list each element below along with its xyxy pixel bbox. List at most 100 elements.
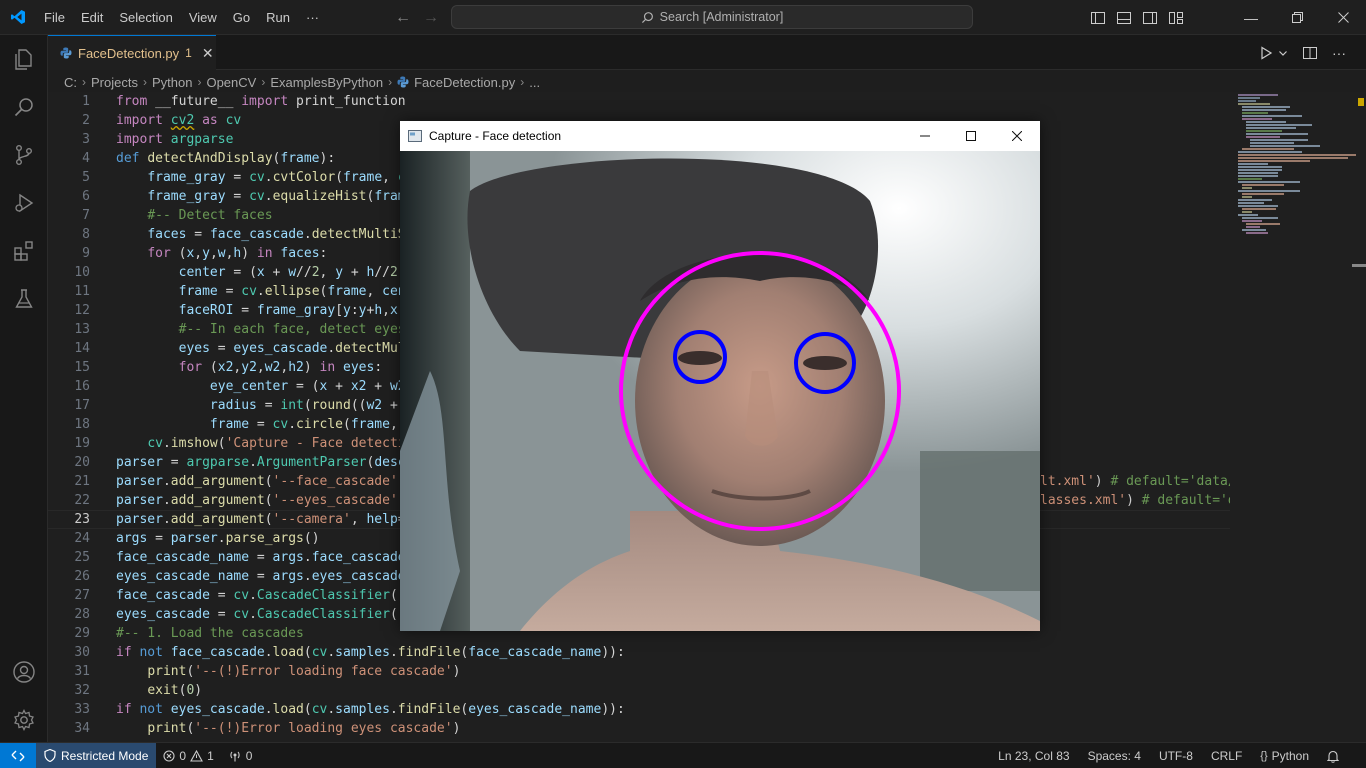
cursor-position[interactable]: Ln 23, Col 83 [991, 749, 1076, 763]
command-center-search[interactable]: Search [Administrator] [451, 5, 973, 29]
code-line: 32 exit(0) [74, 683, 203, 698]
status-bar: Restricted Mode 0 1 0 Ln 23, Col 83 Spac… [0, 742, 1366, 768]
code-line: 30 if not face_cascade.load(cv.samples.fi… [74, 645, 625, 660]
capture-maximize-button[interactable] [948, 121, 994, 151]
toggle-secondary-sidebar-icon[interactable] [1142, 10, 1158, 26]
testing-button[interactable] [0, 275, 48, 323]
menu-more[interactable]: ··· [298, 0, 327, 35]
breadcrumb-file[interactable]: FaceDetection.py [414, 75, 515, 90]
close-window-button[interactable] [1320, 0, 1366, 35]
bell-icon [1327, 750, 1339, 763]
error-icon [163, 749, 175, 762]
encoding[interactable]: UTF-8 [1152, 749, 1200, 763]
search-label: Search [Administrator] [659, 10, 784, 24]
code-line: 1 from __future__ import print_function [82, 94, 406, 109]
minimize-button[interactable]: — [1228, 0, 1274, 35]
title-bar: File Edit Selection View Go Run ··· ← → … [0, 0, 1366, 35]
error-count: 0 [179, 748, 187, 763]
toggle-panel-icon[interactable] [1116, 10, 1132, 26]
close-icon [1012, 131, 1022, 141]
chevron-right-icon: › [82, 75, 86, 89]
menu-selection[interactable]: Selection [111, 0, 180, 35]
breadcrumb-opencv[interactable]: OpenCV [206, 75, 256, 90]
editor-tab-bar: FaceDetection.py 1 ✕ ··· [48, 35, 1366, 70]
menu-go[interactable]: Go [225, 0, 258, 35]
run-debug-button[interactable] [0, 179, 48, 227]
back-arrow-icon[interactable]: ← [395, 9, 411, 27]
code-line: 31 print('--(!)Error loading face cascad… [74, 664, 461, 679]
restore-icon [1291, 12, 1303, 23]
code-line: 33 if not eyes_cascade.load(cv.samples.fi… [74, 702, 625, 717]
warning-count: 1 [207, 748, 214, 763]
title-bar-right: — [1090, 0, 1366, 35]
indentation[interactable]: Spaces: 4 [1081, 749, 1148, 763]
vscode-logo-icon [0, 0, 36, 35]
camera-image [400, 151, 1040, 631]
menu-bar: File Edit Selection View Go Run ··· [36, 0, 327, 35]
capture-minimize-button[interactable] [902, 121, 948, 151]
code-line: 34 print('--(!)Error loading eyes cascad… [74, 721, 461, 736]
tab-label: FaceDetection.py [78, 45, 180, 61]
tab-problem-count: 1 [185, 46, 192, 60]
problems-button[interactable]: 0 1 [156, 749, 220, 763]
more-actions-icon[interactable]: ··· [1332, 45, 1346, 61]
accounts-button[interactable] [0, 648, 48, 696]
source-control-button[interactable] [0, 131, 48, 179]
tab-close-icon[interactable]: ✕ [202, 45, 214, 62]
search-view-button[interactable] [0, 83, 48, 131]
restricted-mode-button[interactable]: Restricted Mode [36, 742, 157, 768]
menu-file[interactable]: File [36, 0, 73, 35]
menu-run[interactable]: Run [258, 0, 298, 35]
scrollbar-warning-marker [1358, 98, 1364, 106]
menu-view[interactable]: View [181, 0, 225, 35]
python-file-icon [60, 47, 72, 59]
end-of-line[interactable]: CRLF [1204, 749, 1249, 763]
ports-button[interactable]: 0 [221, 749, 260, 763]
window-app-icon [408, 130, 422, 142]
account-icon [13, 661, 35, 683]
breadcrumb-examples[interactable]: ExamplesByPython [270, 75, 383, 90]
maximize-icon [966, 131, 976, 141]
minimap[interactable] [1230, 92, 1366, 742]
navigation-arrows: ← → [395, 0, 439, 35]
gear-icon [14, 709, 34, 731]
shield-icon [44, 749, 56, 762]
forward-arrow-icon[interactable]: → [423, 9, 439, 27]
remote-indicator-button[interactable] [0, 742, 36, 768]
broadcast-icon [230, 751, 240, 761]
chevron-right-icon: › [142, 75, 147, 89]
split-editor-icon[interactable] [1302, 45, 1318, 61]
explorer-button[interactable] [0, 35, 48, 83]
restore-button[interactable] [1274, 0, 1320, 35]
scrollbar-thumb[interactable] [1352, 264, 1366, 267]
capture-window[interactable]: Capture - Face detection [400, 121, 1040, 631]
manage-button[interactable] [0, 696, 48, 744]
ports-count: 0 [245, 748, 253, 763]
editor-actions: ··· [1258, 35, 1346, 70]
close-icon [1337, 12, 1349, 23]
extensions-button[interactable] [0, 227, 48, 275]
notifications-button[interactable] [1320, 750, 1346, 763]
language-mode[interactable]: {} Python [1253, 749, 1316, 763]
search-icon [14, 98, 33, 117]
tab-facedetection[interactable]: FaceDetection.py 1 ✕ [48, 35, 216, 70]
flask-icon [15, 289, 33, 308]
menu-edit[interactable]: Edit [73, 0, 111, 35]
search-icon [641, 11, 653, 23]
breadcrumb-python[interactable]: Python [152, 75, 192, 90]
source-control-icon [15, 145, 32, 166]
customize-layout-icon[interactable] [1168, 10, 1184, 26]
chevron-down-icon[interactable] [1278, 48, 1288, 58]
capture-close-button[interactable] [994, 121, 1040, 151]
files-icon [15, 49, 32, 70]
run-python-file-icon[interactable] [1258, 45, 1274, 61]
breadcrumb-symbol[interactable]: ... [529, 75, 540, 90]
chevron-right-icon: › [520, 75, 525, 89]
run-debug-icon [15, 193, 34, 213]
toggle-sidebar-icon[interactable] [1090, 10, 1106, 26]
chevron-right-icon: › [388, 75, 393, 89]
breadcrumb-projects[interactable]: Projects [91, 75, 138, 90]
capture-title-bar[interactable]: Capture - Face detection [400, 121, 1040, 151]
remote-icon [11, 750, 25, 761]
breadcrumb-drive[interactable]: C: [64, 75, 77, 90]
